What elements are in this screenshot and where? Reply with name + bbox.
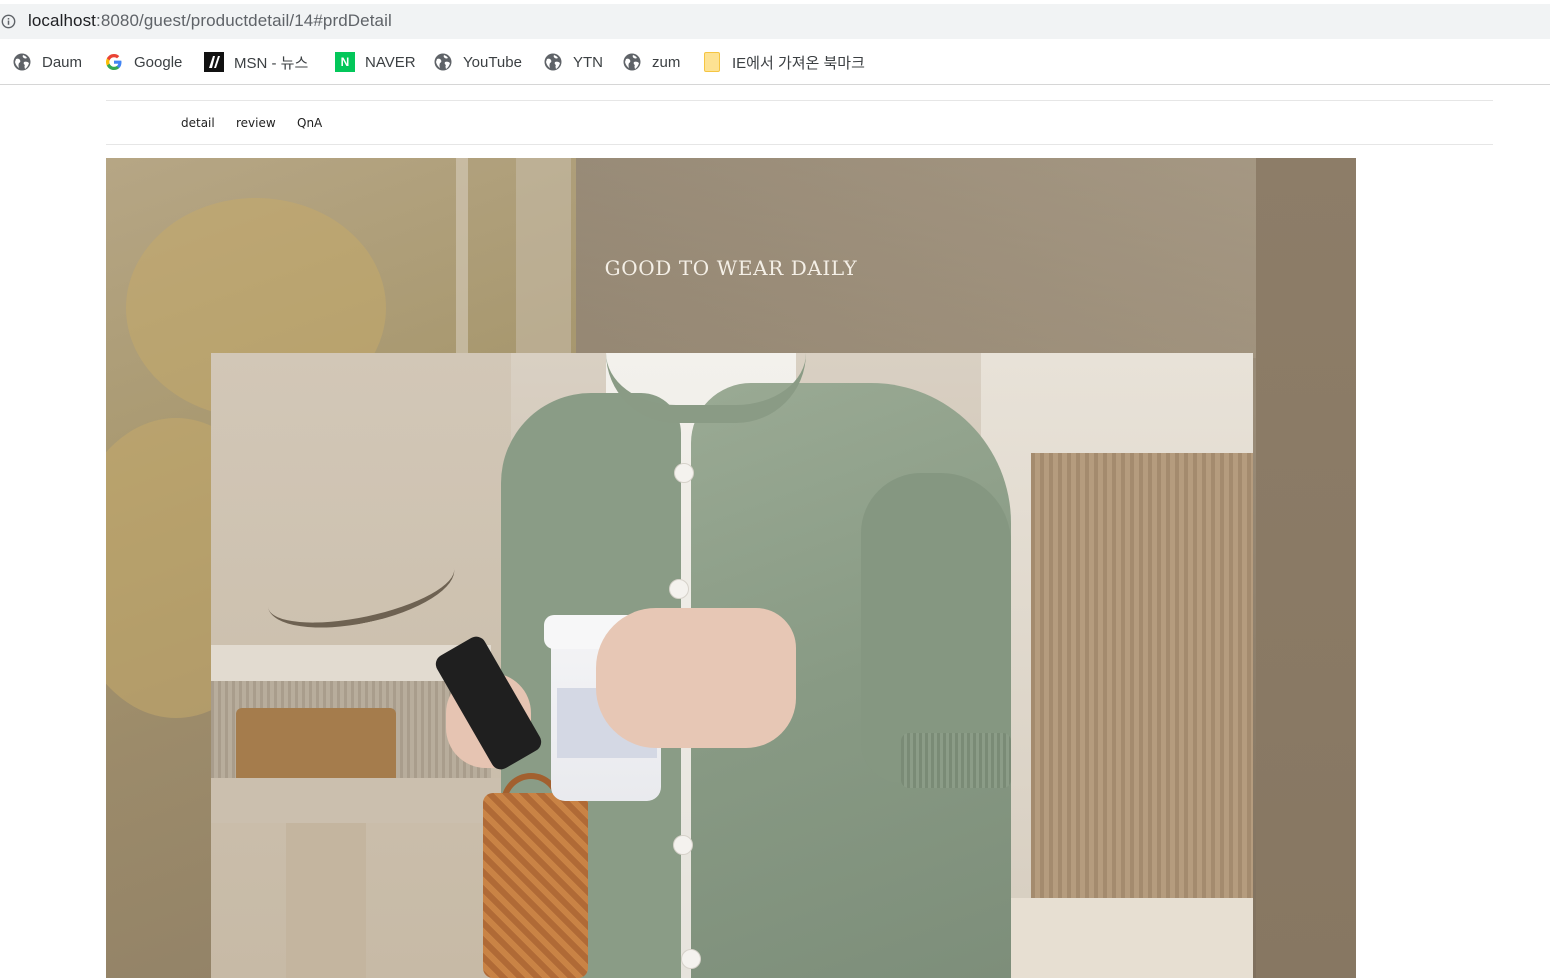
url-host: localhost [28, 11, 96, 30]
cardigan-button [681, 949, 701, 969]
woven-bag [483, 793, 588, 978]
bookmark-daum[interactable]: Daum [13, 51, 82, 73]
globe-icon [544, 53, 562, 71]
bookmark-label: NAVER [365, 53, 416, 71]
bookmark-ytn[interactable]: YTN [544, 51, 603, 73]
photo-table-leg [286, 823, 366, 978]
tab-review[interactable]: review [236, 116, 276, 130]
bookmark-msn[interactable]: MSN - 뉴스 [204, 51, 308, 73]
photo-chair [236, 708, 396, 778]
tabs-divider-bottom [106, 144, 1493, 145]
bookmark-label: YouTube [463, 53, 522, 71]
background-wall [1256, 158, 1356, 978]
bookmark-label: Daum [42, 53, 83, 71]
image-headline: GOOD TO WEAR DAILY [604, 256, 858, 280]
bookmark-label: IE에서 가져온 북마크 [732, 54, 865, 72]
bookmark-label: zum [652, 53, 681, 71]
cardigan-button [669, 579, 689, 599]
bookmark-label: MSN - 뉴스 [234, 54, 309, 72]
url-path: :8080/guest/productdetail/14#prdDetail [96, 11, 392, 30]
globe-icon [434, 53, 452, 71]
bookmark-zum[interactable]: zum [623, 51, 680, 73]
bookmarks-bar: Daum Google MSN - 뉴스 N NAVER YouTube YTN [0, 39, 1550, 85]
product-detail-image: GOOD TO WEAR DAILY [106, 158, 1356, 978]
google-icon [106, 54, 122, 70]
tabs-divider-top [106, 100, 1493, 101]
right-hand [596, 608, 796, 748]
bookmark-folder-ie[interactable]: IE에서 가져온 북마크 [704, 51, 865, 73]
tab-detail[interactable]: detail [181, 116, 215, 130]
bookmark-label: YTN [573, 53, 603, 71]
globe-icon [13, 53, 31, 71]
url-text[interactable]: localhost:8080/guest/productdetail/14#pr… [28, 11, 392, 31]
bookmark-google[interactable]: Google [105, 51, 182, 73]
bookmark-label: Google [134, 53, 183, 71]
msn-icon [204, 52, 224, 72]
cardigan-button [674, 463, 694, 483]
info-icon[interactable] [1, 14, 16, 29]
cardigan-button [673, 835, 693, 855]
globe-icon [623, 53, 641, 71]
cardigan-cuff [901, 733, 1011, 788]
tab-qna[interactable]: QnA [297, 116, 322, 130]
folder-icon [704, 52, 720, 72]
model-photo [211, 353, 1253, 978]
naver-icon: N [335, 52, 355, 72]
address-bar[interactable]: localhost:8080/guest/productdetail/14#pr… [0, 4, 1550, 39]
bookmark-youtube[interactable]: YouTube [434, 51, 522, 73]
bookmark-naver[interactable]: N NAVER [335, 51, 416, 73]
